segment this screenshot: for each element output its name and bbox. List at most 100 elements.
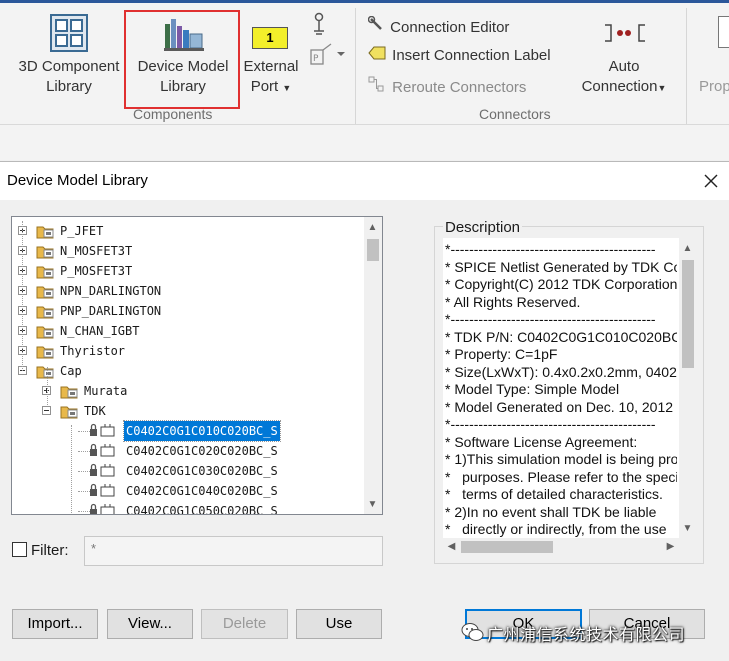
close-icon[interactable] bbox=[700, 170, 722, 192]
scroll-down-icon[interactable]: ▼ bbox=[679, 521, 696, 537]
description-line: * SPICE Netlist Generated by TDK Corpora… bbox=[445, 258, 677, 275]
ribbon-accent-line bbox=[0, 0, 729, 3]
locked-model-icon bbox=[88, 503, 118, 514]
dialog-title: Device Model Library bbox=[7, 172, 148, 189]
auto-connection-icon bbox=[603, 22, 647, 44]
description-line: * TDK P/N: C0402C0G1C010C020BC bbox=[445, 328, 677, 345]
3d-component-label-2: Library bbox=[46, 78, 92, 95]
tree-item[interactable]: TDK bbox=[12, 401, 362, 421]
tree-item[interactable]: C0402C0G1C040C020BC_S bbox=[12, 481, 362, 501]
wechat-icon bbox=[460, 621, 484, 643]
tree-item[interactable]: NPN_DARLINGTON bbox=[12, 281, 362, 301]
tree-item-label: C0402C0G1C010C020BC_S bbox=[123, 420, 281, 442]
folder-icon bbox=[60, 404, 80, 419]
description-line: * Model Type: Simple Model bbox=[445, 381, 620, 397]
filter-input[interactable]: * bbox=[84, 536, 383, 566]
filter-checkbox[interactable] bbox=[12, 542, 27, 557]
highlight-box bbox=[124, 10, 240, 109]
scroll-thumb[interactable] bbox=[461, 541, 553, 553]
tree-item-label: P_MOSFET3T bbox=[60, 264, 133, 278]
description-line: * Size(LxWxT): 0.4x0.2x0.2mm, 0402 bbox=[445, 363, 677, 380]
ribbon: 3D Component Library Device Model Librar… bbox=[0, 0, 729, 160]
scroll-thumb[interactable] bbox=[367, 239, 379, 261]
scroll-right-icon[interactable]: ▶ bbox=[662, 539, 679, 555]
tree-vertical-scrollbar[interactable]: ▲ ▼ bbox=[364, 217, 382, 514]
delete-button[interactable]: Delete bbox=[201, 609, 288, 639]
tree-item-label: N_MOSFET3T bbox=[60, 244, 133, 258]
wrench-icon bbox=[367, 15, 386, 36]
tree-item[interactable]: C0402C0G1C050C020BC_S bbox=[12, 501, 362, 515]
tree-connector bbox=[22, 221, 23, 371]
tree-item-label: C0402C0G1C030C020BC_S bbox=[126, 464, 278, 478]
device-model-library-dialog: Device Model Library P_JFET N_MOSFET3T P_M… bbox=[0, 161, 729, 661]
tree-item-label: C0402C0G1C050C020BC_S bbox=[126, 504, 278, 515]
description-line: * All Rights Reserved. bbox=[445, 293, 581, 310]
tree-item-label: PNP_DARLINGTON bbox=[60, 304, 162, 318]
tree-item[interactable]: C0402C0G1C010C020BC_S bbox=[12, 420, 362, 442]
external-port-label-1: External bbox=[243, 58, 299, 75]
description-horizontal-scrollbar[interactable]: ◀ ▶ bbox=[443, 538, 679, 556]
model-tree[interactable]: P_JFET N_MOSFET3T P_MOSFET3T NPN_DARLINGTON… bbox=[11, 216, 383, 515]
tree-item-label: TDK bbox=[84, 404, 106, 418]
tree-item[interactable]: Cap bbox=[12, 361, 362, 381]
locked-model-icon bbox=[88, 483, 118, 498]
tree-connector bbox=[71, 425, 72, 514]
tree-item[interactable]: P_MOSFET3T bbox=[12, 261, 362, 281]
ribbon-bottom-border bbox=[0, 124, 729, 125]
label-tag-icon bbox=[368, 46, 388, 64]
locked-model-icon bbox=[88, 463, 118, 478]
folder-icon bbox=[60, 384, 80, 399]
tree-item[interactable]: Thyristor bbox=[12, 341, 362, 361]
scroll-left-icon[interactable]: ◀ bbox=[443, 539, 460, 555]
tree-item[interactable]: N_MOSFET3T bbox=[12, 241, 362, 261]
insert-connection-label-text: Insert Connection Label bbox=[392, 47, 551, 64]
view-button[interactable]: View... bbox=[107, 609, 193, 639]
folder-icon bbox=[36, 344, 56, 359]
3d-component-library-button[interactable]: 3D Component Library bbox=[10, 57, 128, 97]
import-button[interactable]: Import... bbox=[12, 609, 98, 639]
description-vertical-scrollbar[interactable]: ▲ ▼ bbox=[679, 238, 697, 538]
port-type-icon[interactable]: P bbox=[309, 42, 347, 66]
reroute-connectors-button[interactable]: Reroute Connectors bbox=[368, 76, 526, 96]
external-port-button[interactable]: External Port ▼ bbox=[240, 57, 302, 98]
port-pin-icon[interactable] bbox=[312, 12, 326, 36]
folder-icon bbox=[36, 284, 56, 299]
ribbon-separator bbox=[355, 8, 356, 124]
description-label: Description bbox=[443, 219, 523, 236]
use-button[interactable]: Use bbox=[296, 609, 382, 639]
tree-item[interactable]: Murata bbox=[12, 381, 362, 401]
3d-component-label-1: 3D Component bbox=[18, 58, 120, 75]
locked-model-icon bbox=[88, 423, 118, 438]
folder-icon bbox=[36, 324, 56, 339]
description-text: *---------------------------------------… bbox=[445, 241, 677, 538]
tree-item-label: N_CHAN_IGBT bbox=[60, 324, 140, 338]
scroll-thumb[interactable] bbox=[682, 260, 694, 368]
description-line: *---------------------------------------… bbox=[445, 241, 656, 257]
connection-editor-button[interactable]: Connection Editor bbox=[367, 15, 509, 36]
scroll-up-icon[interactable]: ▲ bbox=[364, 220, 381, 236]
tree-item-label: P_JFET bbox=[60, 224, 104, 238]
collapse-icon[interactable] bbox=[42, 406, 51, 415]
external-port-icon: 1 bbox=[252, 27, 288, 49]
tree-item-label: Cap bbox=[60, 364, 82, 378]
tree-item[interactable]: C0402C0G1C020C020BC_S bbox=[12, 441, 362, 461]
tree-item[interactable]: C0402C0G1C030C020BC_S bbox=[12, 461, 362, 481]
insert-connection-label-button[interactable]: Insert Connection Label bbox=[368, 46, 551, 64]
description-text-area[interactable]: *---------------------------------------… bbox=[443, 238, 697, 556]
folder-icon bbox=[36, 224, 56, 239]
dialog-titlebar: Device Model Library bbox=[0, 162, 729, 200]
tree-item-label: C0402C0G1C020C020BC_S bbox=[126, 444, 278, 458]
scroll-down-icon[interactable]: ▼ bbox=[364, 497, 381, 513]
tree-item[interactable]: P_JFET bbox=[12, 221, 362, 241]
chevron-down-icon: ▼ bbox=[657, 83, 667, 93]
auto-connection-button[interactable]: Auto Connection▼ bbox=[574, 57, 674, 98]
tree-connector bbox=[47, 367, 48, 405]
properties-button[interactable]: Prop bbox=[699, 77, 729, 97]
scroll-up-icon[interactable]: ▲ bbox=[679, 241, 696, 257]
description-line: * Software License Agreement: bbox=[445, 433, 638, 450]
3d-component-library-icon bbox=[50, 14, 88, 52]
tree-item[interactable]: N_CHAN_IGBT bbox=[12, 321, 362, 341]
tree-item[interactable]: PNP_DARLINGTON bbox=[12, 301, 362, 321]
chevron-down-icon: ▼ bbox=[282, 83, 292, 93]
auto-connection-label-row: Connection▼ bbox=[574, 77, 674, 98]
